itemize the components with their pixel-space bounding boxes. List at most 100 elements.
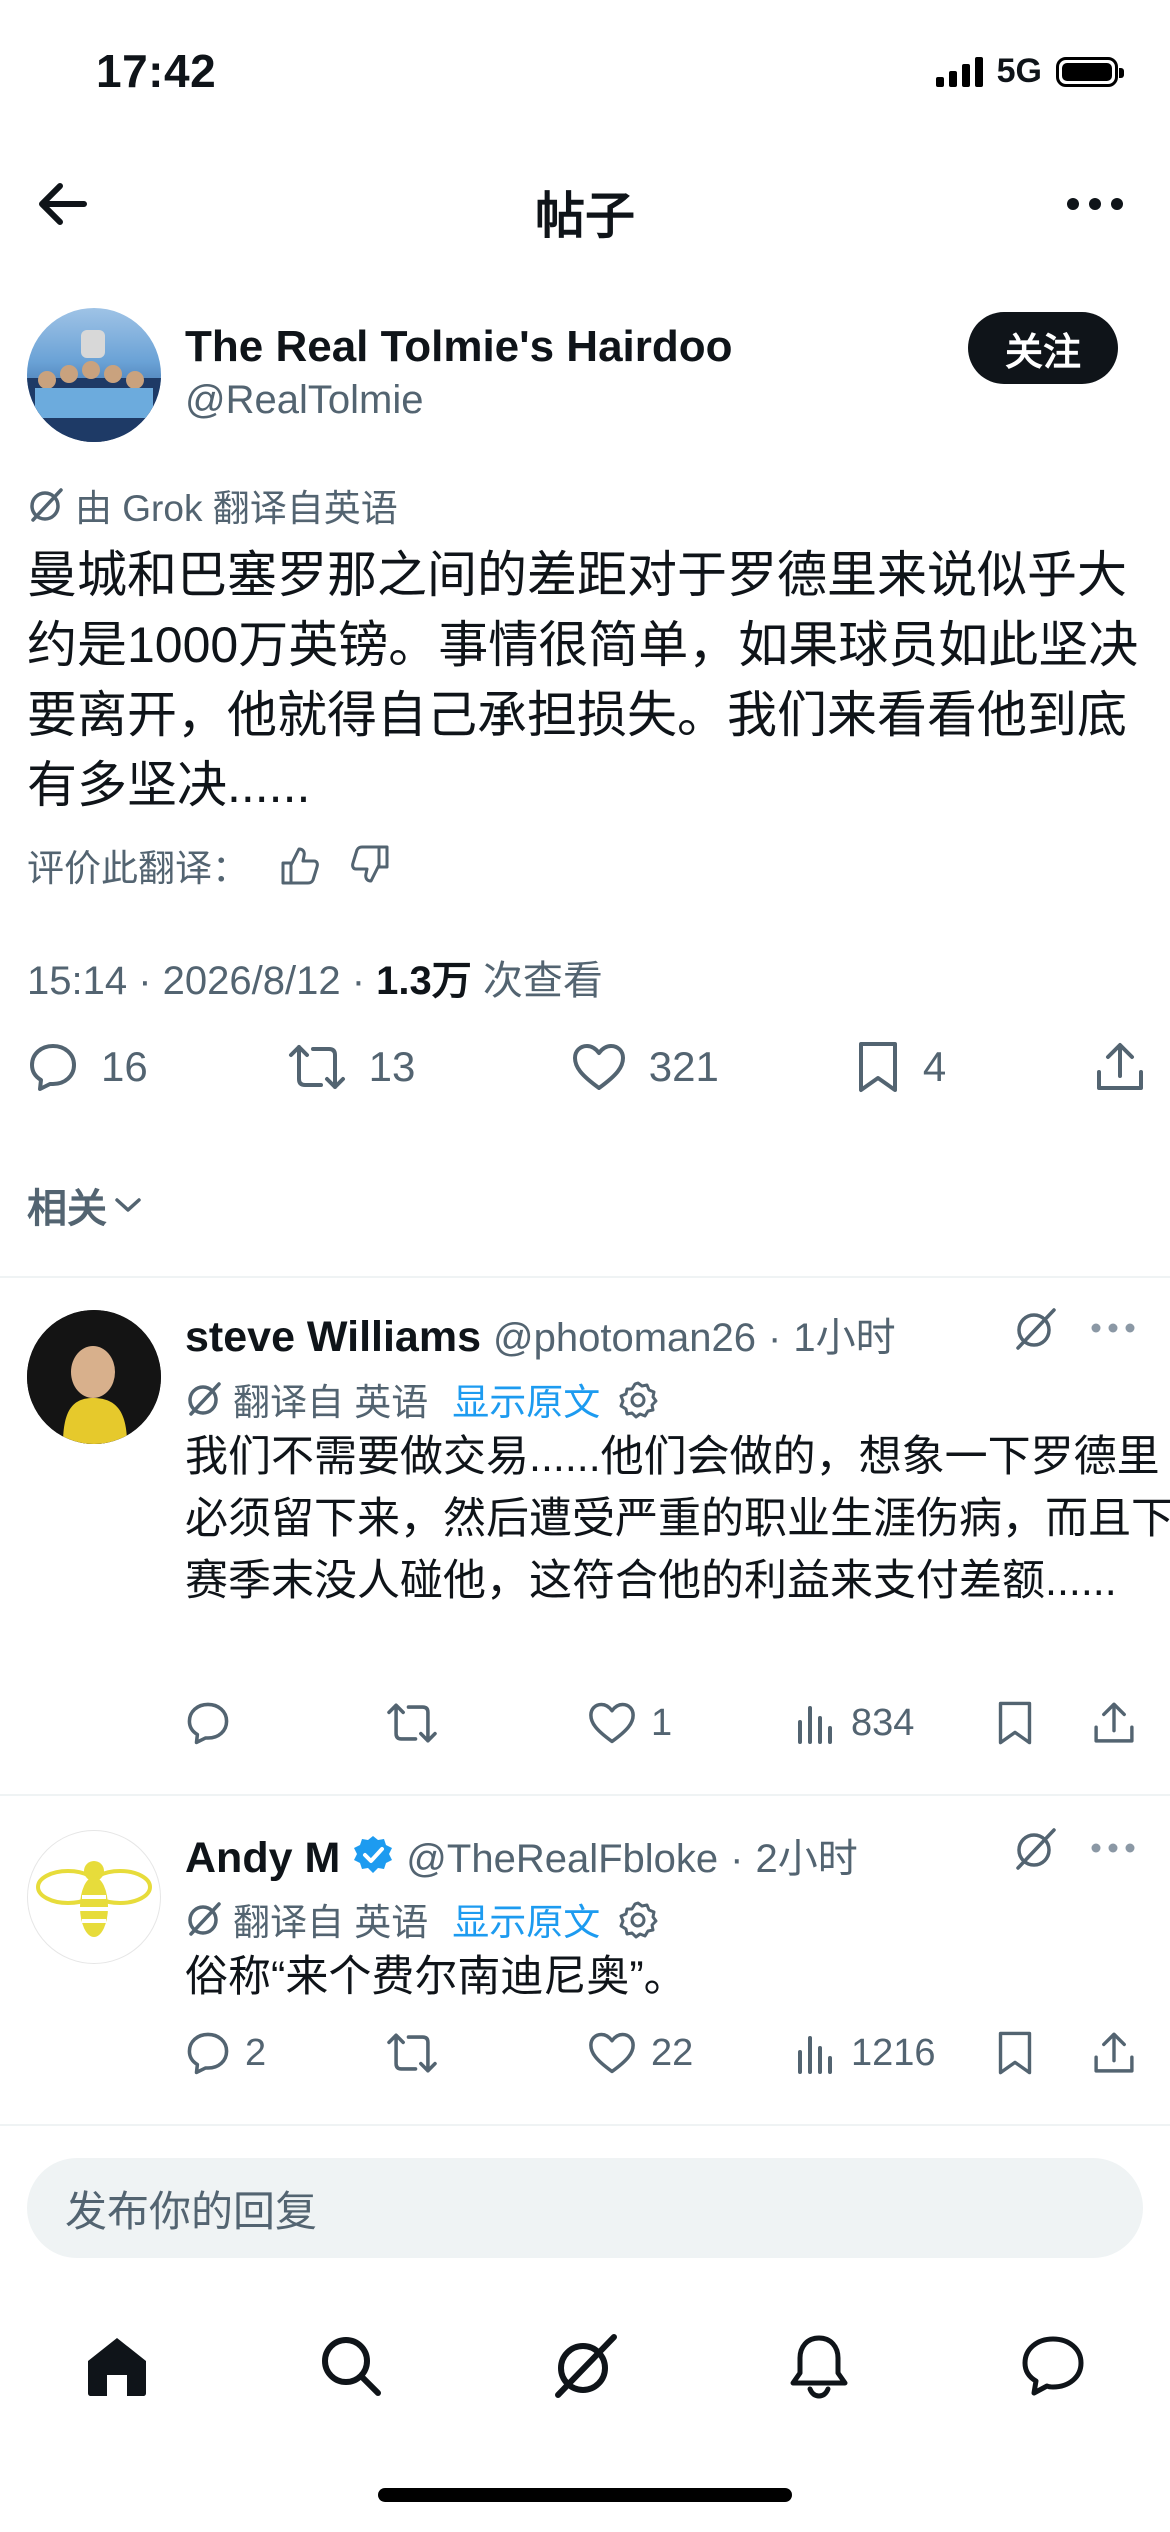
tab-messages[interactable] <box>998 2311 1108 2421</box>
share-icon <box>1097 1043 1144 1090</box>
tab-notifications[interactable] <box>764 2311 874 2421</box>
messages-icon <box>1022 2336 1084 2396</box>
reply-separator: · <box>768 1316 782 1360</box>
like-button[interactable]: 1 <box>587 1701 795 1745</box>
show-original-link[interactable]: 显示原文 <box>452 1372 600 1426</box>
grok-icon <box>1016 1308 1056 1350</box>
more-horizontal-icon <box>1091 1843 1135 1853</box>
retweet-button[interactable] <box>385 1700 587 1746</box>
tab-home[interactable] <box>62 2311 172 2421</box>
bookmark-button[interactable] <box>995 1700 1091 1746</box>
thumbs-down-icon <box>351 845 389 883</box>
bookmark-button[interactable] <box>995 2030 1091 2076</box>
reply-more-button[interactable] <box>1090 1322 1136 1334</box>
retweet-button[interactable] <box>385 2030 587 2076</box>
divider <box>0 1794 1170 1796</box>
bookmark-icon <box>998 2031 1032 2075</box>
view-count-label: 次查看 <box>471 959 603 1003</box>
status-time: 17:42 <box>96 45 217 97</box>
related-label: 相关 <box>27 1187 107 1231</box>
show-original-link[interactable]: 显示原文 <box>452 1892 600 1946</box>
reply-time: 2小时 <box>755 1837 858 1881</box>
thumbs-down-button[interactable] <box>349 843 393 887</box>
reply-separator: · <box>730 1837 744 1881</box>
grok-icon <box>555 2334 617 2398</box>
retweet-icon <box>387 2033 437 2073</box>
reply-more-button[interactable] <box>1090 1842 1136 1854</box>
like-count: 22 <box>651 2031 694 2074</box>
reply-avatar[interactable] <box>27 1830 161 1964</box>
translation-settings-button[interactable] <box>618 1899 658 1939</box>
rate-translation-label: 评价此翻译： <box>27 848 249 889</box>
gear-icon <box>619 1381 658 1419</box>
reply-actions: 2 22 1216 <box>185 2030 1170 2076</box>
share-icon <box>1094 1702 1134 1743</box>
like-count: 321 <box>648 1043 719 1090</box>
views-button[interactable]: 1216 <box>795 2032 995 2075</box>
views-chart-icon <box>798 2036 832 2074</box>
reply-author-handle[interactable]: @photoman26 <box>493 1316 756 1361</box>
reply-button[interactable]: 2 <box>185 2030 385 2076</box>
retweet-button[interactable]: 13 <box>287 1041 571 1093</box>
battery-icon <box>1056 56 1124 87</box>
grok-icon <box>30 488 63 522</box>
translation-settings-button[interactable] <box>618 1379 658 1419</box>
views-count: 834 <box>851 1701 915 1744</box>
verified-badge-icon <box>354 1836 393 1873</box>
home-icon <box>88 2338 146 2396</box>
more-horizontal-icon <box>1091 1323 1135 1333</box>
views-button[interactable]: 834 <box>795 1702 995 1745</box>
author-avatar[interactable] <box>27 308 161 442</box>
reply-translation-note: 翻译自 英语 显示原文 <box>185 1372 658 1426</box>
reply-composer-input[interactable]: 发布你的回复 <box>27 2158 1143 2258</box>
reply-grok-button[interactable] <box>1012 1306 1058 1352</box>
reply-grok-button[interactable] <box>1012 1826 1058 1872</box>
more-horizontal-icon <box>1067 198 1123 210</box>
author-name[interactable]: The Real Tolmie's Hairdoo <box>185 322 733 372</box>
bell-icon <box>790 2335 848 2399</box>
translation-note-text: 由 Grok 翻译自英语 <box>75 488 398 529</box>
retweet-icon <box>387 1703 437 1743</box>
more-button[interactable] <box>1060 172 1130 236</box>
post-actions: 16 13 321 4 <box>27 1040 1147 1094</box>
reply-button[interactable]: 16 <box>27 1041 287 1093</box>
retweet-icon <box>288 1045 345 1089</box>
grok-icon <box>188 1902 221 1936</box>
reply-count: 2 <box>245 2031 267 2074</box>
reply-author-handle[interactable]: @TheRealFbloke <box>406 1837 718 1882</box>
follow-button[interactable]: 关注 <box>968 312 1118 384</box>
reply-author-name[interactable]: steve Williams <box>185 1313 481 1362</box>
signal-icon <box>935 56 983 87</box>
tab-grok[interactable] <box>530 2311 640 2421</box>
bookmark-button[interactable]: 4 <box>855 1040 1093 1094</box>
like-button[interactable]: 321 <box>571 1042 855 1092</box>
tab-search[interactable] <box>296 2311 406 2421</box>
divider <box>0 1276 1170 1278</box>
views-chart-icon <box>798 1706 832 1744</box>
reply-translation-text: 翻译自 英语 <box>233 1382 429 1423</box>
reply-header: Andy M @TheRealFbloke · 2小时 <box>185 1826 858 1884</box>
reply-icon <box>187 2032 229 2075</box>
share-button[interactable] <box>1091 1700 1137 1746</box>
reply-icon <box>30 1044 76 1091</box>
post-text: 曼城和巴塞罗那之间的差距对于罗德里来说似乎大约是1000万英镑。事情很简单，如果… <box>27 547 1139 813</box>
share-button[interactable] <box>1093 1040 1147 1094</box>
related-toggle[interactable]: 相关 <box>27 1176 143 1234</box>
status-indicators: 5G <box>935 52 1124 91</box>
thumbs-up-button[interactable] <box>277 843 321 887</box>
heart-icon <box>589 2032 635 2074</box>
grok-icon <box>1016 1828 1056 1870</box>
share-button[interactable] <box>1091 2030 1137 2076</box>
bottom-tab-bar <box>0 2306 1170 2426</box>
network-label: 5G <box>996 52 1042 90</box>
reply-avatar[interactable] <box>27 1310 161 1444</box>
chevron-down-icon <box>115 1198 141 1212</box>
like-button[interactable]: 22 <box>587 2031 795 2075</box>
view-count: 1.3万 <box>376 959 472 1003</box>
reply-author-name[interactable]: Andy M <box>185 1834 340 1883</box>
reply-button[interactable] <box>185 1700 385 1746</box>
heart-icon <box>572 1044 625 1090</box>
reply-text: 俗称“来个费尔南迪尼奥”。 <box>185 1953 687 2001</box>
author-handle[interactable]: @RealTolmie <box>185 378 423 423</box>
translation-note: 由 Grok 翻译自英语 <box>27 478 398 532</box>
